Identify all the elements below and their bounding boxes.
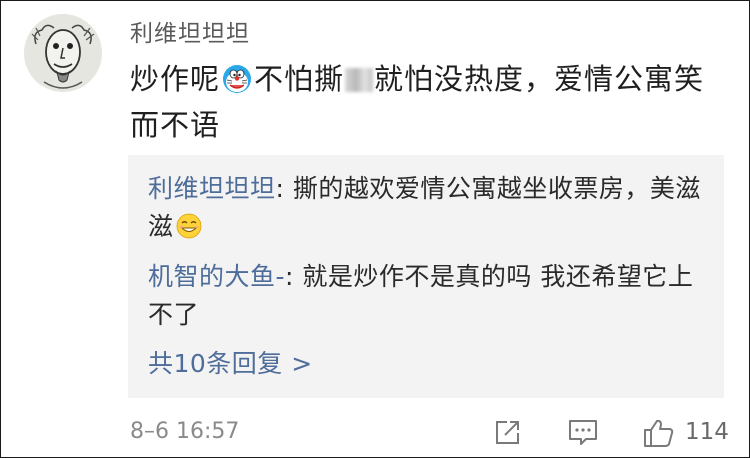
share-icon — [496, 421, 519, 444]
view-more-replies-link[interactable]: 共10条回复 > — [148, 344, 313, 380]
comment-text-part1: 炒作呢 — [130, 62, 221, 96]
reply-username[interactable]: 利维坦坦坦 — [148, 174, 276, 203]
comment-icon — [569, 420, 597, 445]
reply-button[interactable] — [567, 417, 601, 449]
censored-text-blur — [345, 68, 374, 92]
comment-timestamp: 8–6 16:57 — [130, 419, 240, 444]
reply-thread: 利维坦坦坦: 撕的越欢爱情公寓越坐收票房，美滋滋 机智的大鱼-: 就是炒作不是真… — [128, 155, 724, 398]
thumbs-up-icon — [644, 419, 674, 447]
reply-separator: : — [275, 174, 293, 203]
reply-item[interactable]: 利维坦坦坦: 撕的越欢爱情公寓越坐收票房，美滋滋 — [148, 170, 708, 246]
comment-text-part2: 不怕撕 — [254, 62, 345, 96]
like-button[interactable]: 114 — [642, 417, 732, 449]
reply-separator: : — [285, 262, 303, 291]
reply-username[interactable]: 机智的大鱼- — [148, 262, 285, 291]
avatar-face-icon — [24, 14, 102, 92]
comment-username[interactable]: 利维坦坦坦 — [130, 14, 250, 48]
share-button[interactable] — [492, 417, 524, 449]
like-count: 114 — [685, 419, 729, 445]
grin-emoji-icon — [176, 212, 202, 239]
doraemon-emoji-icon — [222, 61, 252, 93]
avatar[interactable] — [24, 14, 102, 92]
comment-text: 炒作呢 不怕撕 就怕没热度，爱情公寓笑而不语 — [130, 56, 730, 148]
reply-item[interactable]: 机智的大鱼-: 就是炒作不是真的吗 我还希望它上不了 — [148, 258, 708, 334]
